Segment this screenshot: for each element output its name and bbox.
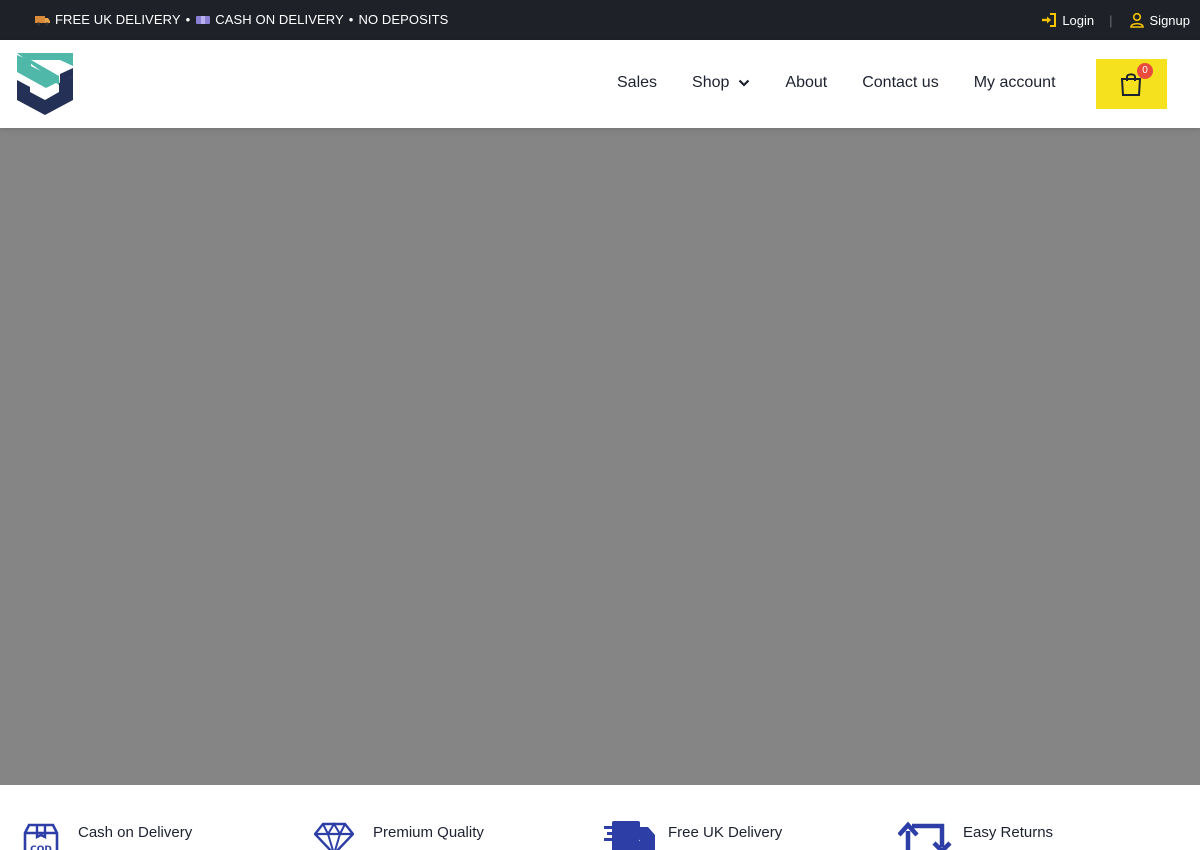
signup-link[interactable]: Signup — [1129, 12, 1190, 28]
announcement-cash-on-delivery: CASH ON DELIVERY — [215, 12, 344, 27]
sign-in-icon — [1042, 13, 1057, 27]
nav-item-contact[interactable]: Contact us — [862, 74, 938, 92]
delivery-truck-emoji-icon — [35, 15, 50, 26]
announcement-bar: FREE UK DELIVERY • CASH ON DELIVERY • NO… — [0, 0, 1200, 40]
feature-title: Easy Returns — [963, 824, 1054, 841]
shield-s-logo-icon[interactable] — [16, 52, 74, 116]
svg-text:COD: COD — [30, 845, 52, 850]
diamond-icon — [314, 822, 354, 850]
user-icon — [1129, 12, 1144, 28]
nav-item-shop[interactable]: Shop — [692, 74, 750, 92]
fast-truck-icon — [604, 821, 655, 850]
nav-item-about[interactable]: About — [785, 74, 827, 92]
cart-count-badge: 0 — [1137, 63, 1153, 79]
announcement-text: FREE UK DELIVERY • CASH ON DELIVERY • NO… — [35, 12, 448, 27]
nav-item-shop-label: Shop — [692, 74, 730, 91]
logo-graphic — [17, 53, 73, 115]
return-arrows-icon — [898, 821, 952, 850]
auth-divider: | — [1109, 12, 1113, 28]
login-label: Login — [1062, 12, 1095, 28]
announcement-free-delivery: FREE UK DELIVERY — [55, 12, 181, 27]
features-strip: COD Cash on Delivery Premium Quality Fre… — [0, 785, 1200, 850]
announcement-no-deposits: NO DEPOSITS — [358, 12, 449, 27]
feature-title: Premium Quality — [373, 824, 484, 841]
announcement-bullet: • — [348, 12, 354, 27]
hero-banner — [0, 128, 1200, 785]
feature-title: Cash on Delivery — [78, 824, 193, 841]
nav-item-sales[interactable]: Sales — [617, 74, 657, 92]
main-nav: Sales Shop About Contact us My account — [617, 74, 1056, 92]
feature-title: Free UK Delivery — [668, 824, 783, 841]
announcement-bullet: • — [185, 12, 191, 27]
chevron-down-icon — [739, 79, 750, 87]
banknote-emoji-icon — [196, 15, 211, 24]
nav-item-my-account[interactable]: My account — [974, 74, 1056, 92]
auth-links: Login | Signup — [1041, 11, 1190, 29]
cart-button[interactable]: 0 — [1096, 59, 1167, 109]
login-link[interactable]: Login — [1041, 12, 1094, 28]
cod-box-icon: COD — [23, 823, 59, 850]
site-header: Sales Shop About Contact us My account 0 — [0, 40, 1200, 128]
signup-label: Signup — [1149, 12, 1190, 28]
